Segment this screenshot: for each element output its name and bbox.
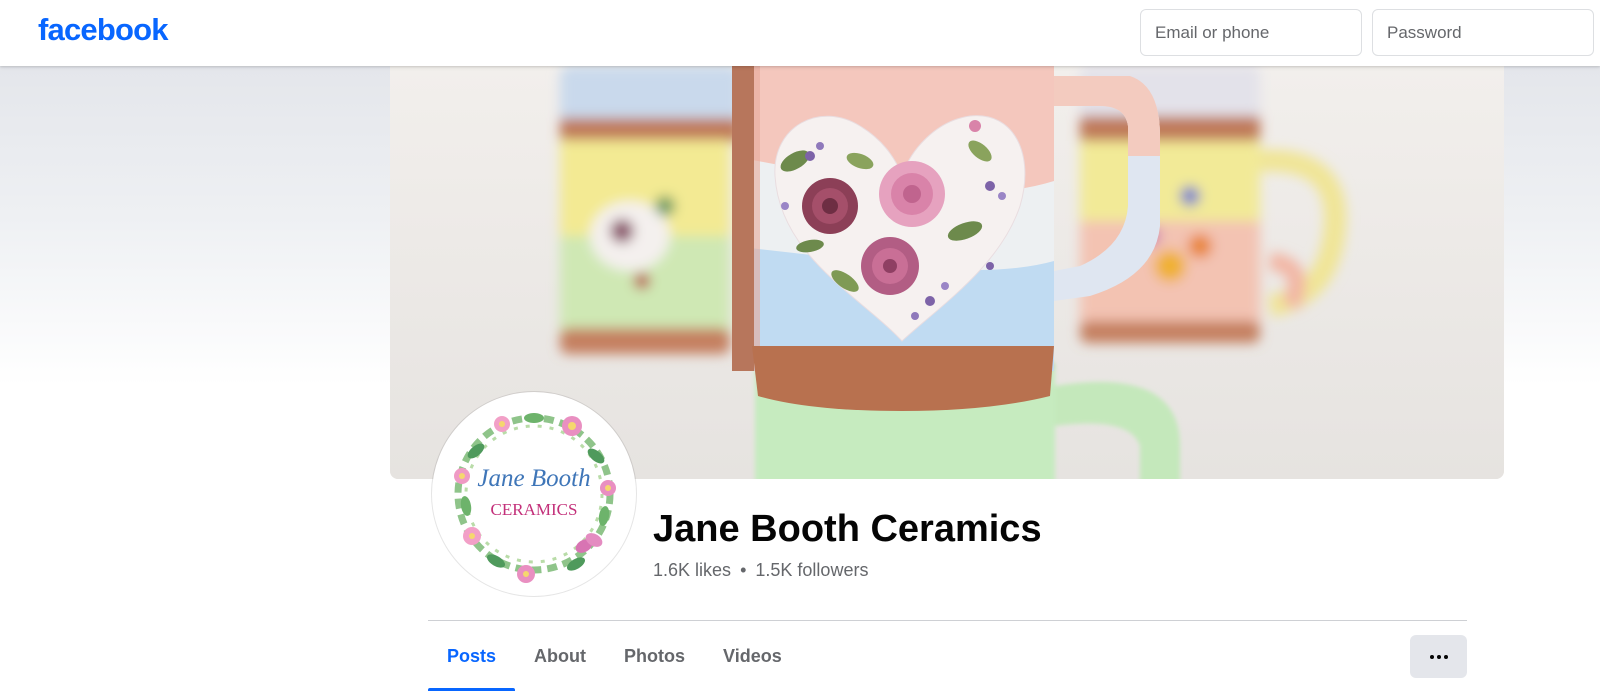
stats-separator: • bbox=[740, 560, 747, 580]
tab-photos[interactable]: Photos bbox=[605, 624, 704, 688]
more-dots-icon bbox=[1429, 654, 1448, 659]
likes-count[interactable]: 1.6K likes bbox=[653, 560, 731, 580]
svg-text:CERAMICS: CERAMICS bbox=[491, 500, 578, 519]
facebook-logo[interactable]: facebook bbox=[38, 12, 169, 48]
page-stats: 1.6K likes • 1.5K followers bbox=[653, 560, 868, 581]
page-title: Jane Booth Ceramics bbox=[653, 508, 1042, 550]
top-navigation-bar: facebook bbox=[0, 0, 1600, 66]
tabs-divider bbox=[428, 620, 1467, 621]
password-input[interactable] bbox=[1372, 9, 1594, 56]
svg-text:Jane Booth: Jane Booth bbox=[477, 465, 590, 492]
profile-tabs: Posts About Photos Videos bbox=[428, 624, 801, 691]
profile-picture[interactable]: Jane Booth CERAMICS bbox=[432, 392, 636, 596]
tab-videos[interactable]: Videos bbox=[704, 624, 801, 688]
email-or-phone-input[interactable] bbox=[1140, 9, 1362, 56]
more-options-button[interactable] bbox=[1410, 635, 1467, 678]
tab-posts[interactable]: Posts bbox=[428, 624, 516, 691]
tab-about[interactable]: About bbox=[515, 624, 605, 688]
followers-count[interactable]: 1.5K followers bbox=[755, 560, 868, 580]
jane-booth-ceramics-logo: Jane Booth CERAMICS bbox=[436, 396, 632, 592]
